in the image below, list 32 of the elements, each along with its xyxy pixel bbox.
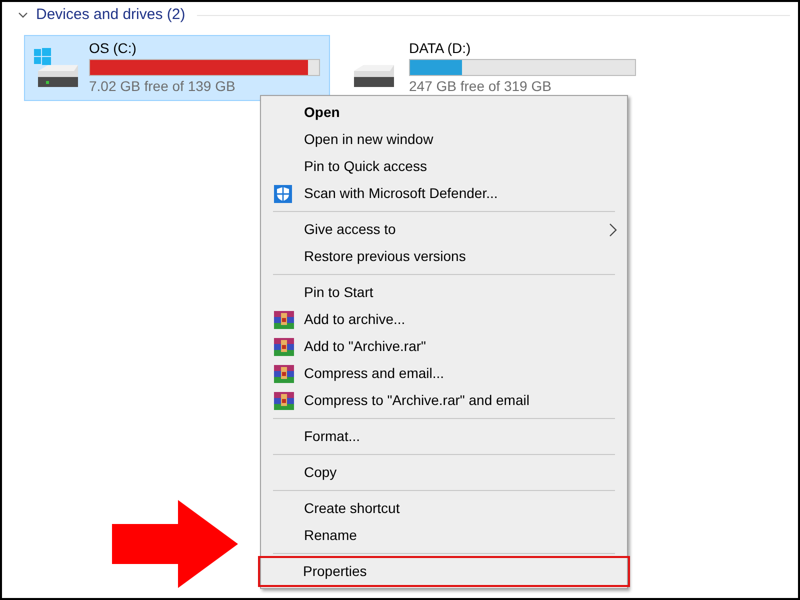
menu-item[interactable]: Pin to Quick access bbox=[261, 153, 627, 180]
archive-books-icon bbox=[274, 310, 294, 328]
free-space-text: 7.02 GB free of 139 GB bbox=[89, 77, 236, 96]
windows-drive-icon bbox=[34, 48, 79, 88]
menu-item[interactable]: Add to archive... bbox=[261, 306, 627, 333]
menu-item[interactable]: Open bbox=[261, 99, 627, 126]
drive-name: DATA (D:) bbox=[409, 39, 472, 57]
menu-item[interactable]: Compress and email... bbox=[261, 360, 627, 387]
free-space-text: 247 GB free of 319 GB bbox=[409, 77, 552, 96]
menu-item[interactable]: Format... bbox=[261, 423, 627, 450]
menu-item[interactable]: Give access to bbox=[261, 216, 627, 243]
menu-item[interactable]: Add to "Archive.rar" bbox=[261, 333, 627, 360]
chevron-right-icon bbox=[609, 222, 617, 236]
menu-item[interactable]: Compress to "Archive.rar" and email bbox=[261, 387, 627, 414]
menu-item[interactable]: Create shortcut bbox=[261, 495, 627, 522]
menu-item[interactable]: Scan with Microsoft Defender... bbox=[261, 180, 627, 207]
menu-item[interactable]: Properties bbox=[260, 558, 628, 585]
menu-item[interactable]: Restore previous versions bbox=[261, 243, 627, 270]
archive-books-icon bbox=[274, 338, 294, 356]
menu-item[interactable]: Copy bbox=[261, 459, 627, 486]
drive-tile[interactable]: DATA (D:) 247 GB free of 319 GB bbox=[340, 34, 646, 100]
chevron-icon[interactable] bbox=[18, 11, 28, 20]
menu-item[interactable]: Rename bbox=[261, 522, 627, 549]
archive-books-icon bbox=[274, 364, 294, 382]
drive-name: OS (C:) bbox=[89, 39, 138, 57]
shield-icon bbox=[274, 184, 292, 202]
drive-tile[interactable]: OS (C:) 7.02 GB free of 139 GB bbox=[24, 34, 330, 100]
drive-icon bbox=[354, 64, 395, 88]
menu-item[interactable]: Pin to Start bbox=[261, 279, 627, 306]
section-title[interactable]: Devices and drives (2) bbox=[36, 4, 186, 26]
archive-books-icon bbox=[274, 392, 294, 410]
menu-item[interactable]: Open in new window bbox=[261, 126, 627, 153]
